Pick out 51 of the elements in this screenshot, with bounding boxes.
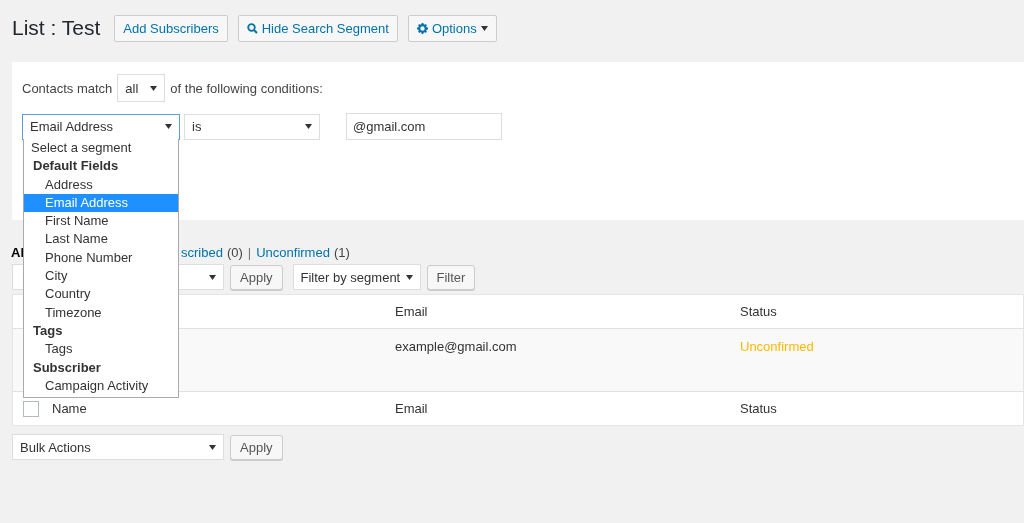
settings-icon [416, 22, 428, 34]
value-field[interactable]: @gmail.com [346, 113, 502, 140]
header-button[interactable]: Hide Search Segment [237, 14, 398, 42]
apply-button[interactable]: Apply [230, 264, 283, 290]
column-header: Email [395, 304, 428, 319]
option-group-label: Default Fields [32, 157, 120, 176]
view-link[interactable]: scribed [181, 244, 223, 260]
search-icon [246, 22, 258, 34]
dropdown-option[interactable]: Address [24, 175, 178, 194]
dropdown-option[interactable]: Phone Number [24, 248, 178, 268]
bulk-select[interactable]: Bulk Actions [12, 434, 224, 460]
caret-icon [209, 444, 216, 450]
dropdown-option[interactable]: Select a segment [24, 139, 178, 158]
dropdown-option[interactable]: Country [24, 285, 178, 304]
caret-icon [165, 124, 172, 129]
table-cell: example@gmail.com [395, 339, 517, 354]
header-button[interactable]: Add Subscribers [114, 14, 228, 42]
option-group-label: Subscriber [32, 358, 102, 377]
status-text: Unconfirmed [740, 339, 814, 354]
separator: | [247, 244, 252, 260]
caret-icon [209, 274, 216, 280]
caret-icon [480, 25, 488, 31]
column-header: Status [740, 304, 777, 319]
filter-button[interactable]: Filter [426, 264, 476, 290]
view-count: (0) [226, 244, 243, 260]
match-select[interactable]: all [117, 74, 166, 102]
page-title: List : Test [12, 16, 101, 40]
view-link[interactable]: Unconfirmed [256, 244, 330, 260]
column-header: Status [740, 401, 777, 416]
apply-button[interactable]: Apply [230, 434, 283, 460]
header-button[interactable]: Options [407, 14, 497, 42]
field-select[interactable]: Email Address [22, 113, 180, 140]
view-count: (1) [333, 244, 350, 260]
match-label: Contacts match [22, 80, 113, 96]
caret-icon [305, 124, 312, 129]
caret-icon [405, 274, 413, 280]
caret-icon [150, 85, 158, 91]
column-header: Email [395, 401, 428, 416]
match-label: of the following conditions: [170, 80, 323, 96]
dropdown-option[interactable]: Last Name [24, 230, 178, 249]
option-group-label: Tags [32, 321, 64, 340]
column-header: Name [52, 401, 87, 417]
segment-filter-select[interactable]: Filter by segment [292, 264, 421, 290]
dropdown-option[interactable]: First Name [24, 212, 178, 231]
dropdown-option[interactable]: Tags [24, 340, 178, 359]
operator-select[interactable]: is [184, 113, 320, 140]
checkbox[interactable] [23, 400, 39, 417]
dropdown-option[interactable]: City [24, 267, 178, 286]
dropdown-option[interactable]: Campaign Activity [24, 376, 178, 396]
dropdown-option[interactable]: Timezone [24, 303, 178, 322]
view-link[interactable]: Al [11, 244, 24, 260]
